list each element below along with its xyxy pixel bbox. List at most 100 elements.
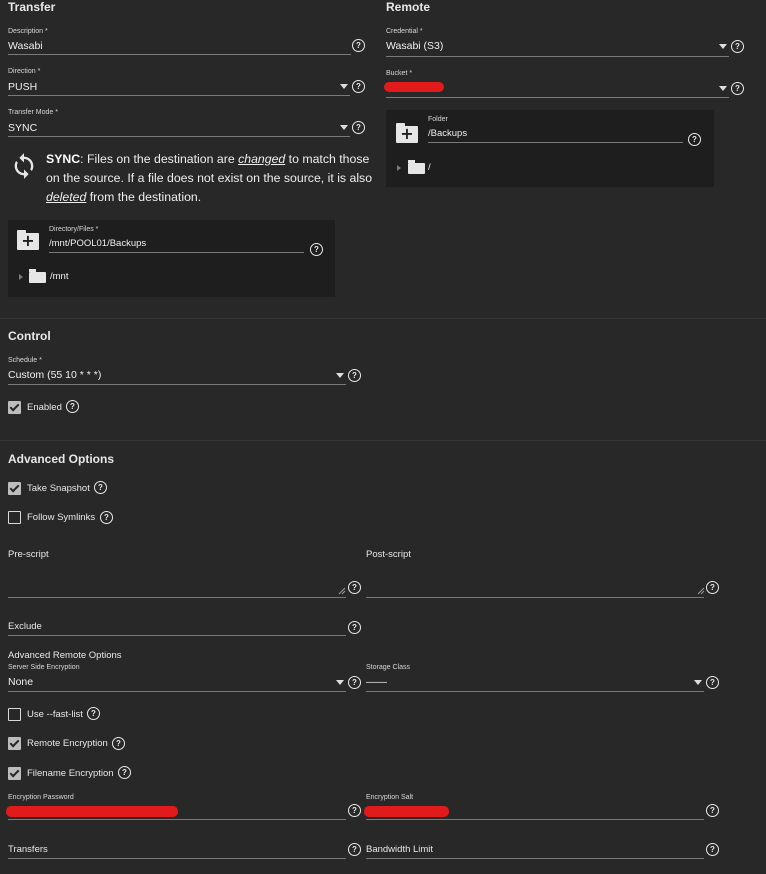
fast-list-label: Use --fast-list [27,709,83,720]
transfer-mode-help-icon[interactable]: ? [352,121,365,134]
follow-symlinks-help-icon[interactable]: ? [100,511,113,524]
exclude-help-icon[interactable]: ? [348,621,361,634]
transfer-section-title: Transfer [8,0,56,14]
sync-icon [14,153,34,179]
directory-files-underline [49,252,304,253]
transfer-mode-underline [8,136,350,137]
tree-expand-icon[interactable] [397,165,401,171]
credential-select[interactable]: Wasabi (S3) [386,40,443,52]
sse-underline [8,691,346,692]
fast-list-checkbox[interactable] [8,708,21,721]
take-snapshot-checkbox[interactable] [8,482,21,495]
pre-script-textarea[interactable] [8,597,346,598]
pre-script-resize-handle[interactable] [338,587,346,595]
encryption-password-label: Encryption Password [8,794,74,801]
schedule-underline [8,384,346,385]
credential-label: Credential * [386,28,423,35]
directory-files-input[interactable]: /mnt/POOL01/Backups [49,238,146,249]
folder-add-icon[interactable] [17,230,39,250]
exclude-input[interactable] [8,635,346,636]
folder-help-icon[interactable]: ? [688,133,701,146]
encryption-salt-input[interactable] [366,819,704,820]
schedule-help-icon[interactable]: ? [348,369,361,382]
direction-help-icon[interactable]: ? [352,80,365,93]
encryption-salt-redacted [364,806,449,817]
transfers-input[interactable] [8,858,346,859]
encryption-salt-help-icon[interactable]: ? [706,804,719,817]
control-section-title: Control [8,329,51,343]
folder-add-icon[interactable] [396,123,418,143]
enabled-checkbox[interactable] [8,401,21,414]
description-underline [8,54,351,55]
post-script-help-icon[interactable]: ? [706,581,719,594]
transfer-mode-chevron-down-icon[interactable] [340,125,348,130]
bucket-chevron-down-icon[interactable] [719,86,727,91]
schedule-chevron-down-icon[interactable] [336,373,344,378]
folder-icon [29,269,46,283]
sync-description: SYNC: Files on the destination are chang… [46,152,373,204]
post-script-resize-handle[interactable] [697,587,705,595]
advanced-remote-title: Advanced Remote Options [8,650,122,661]
description-input[interactable]: Wasabi [8,40,43,52]
take-snapshot-help-icon[interactable]: ? [94,481,107,494]
storage-class-label: Storage Class [366,664,410,671]
filename-encryption-label: Filename Encryption [27,768,114,779]
direction-chevron-down-icon[interactable] [340,84,348,89]
transfers-label: Transfers [8,844,48,855]
enabled-label: Enabled [27,402,62,413]
encryption-password-input[interactable] [8,819,346,820]
sync-deleted-word: deleted [46,190,87,204]
encryption-password-redacted [6,806,178,817]
credential-underline [386,56,729,57]
pre-script-help-icon[interactable]: ? [348,581,361,594]
folder-label: Folder [428,116,448,123]
transfer-mode-select[interactable]: SYNC [8,122,37,134]
remote-encryption-help-icon[interactable]: ? [112,737,125,750]
folder-tree-item[interactable]: / [428,162,431,173]
credential-chevron-down-icon[interactable] [719,44,727,49]
take-snapshot-label: Take Snapshot [27,483,90,494]
sse-help-icon[interactable]: ? [348,676,361,689]
sync-mode-name: SYNC [46,152,81,166]
bucket-underline [386,97,729,98]
storage-class-select[interactable]: —— [366,676,387,688]
follow-symlinks-checkbox[interactable] [8,511,21,524]
remote-section-title: Remote [386,0,431,14]
post-script-label: Post-script [366,549,411,560]
remote-encryption-checkbox[interactable] [8,737,21,750]
sse-label: Server Side Encryption [8,664,80,671]
encryption-salt-label: Encryption Salt [366,794,414,801]
folder-underline [428,142,683,143]
bucket-help-icon[interactable]: ? [731,82,744,95]
bandwidth-limit-input[interactable] [366,858,704,859]
credential-help-icon[interactable]: ? [731,40,744,53]
directory-tree-item[interactable]: /mnt [50,271,68,282]
sse-select[interactable]: None [8,676,33,688]
directory-files-panel: Directory/Files * /mnt/POOL01/Backups ? … [8,220,335,297]
section-divider [0,440,766,441]
folder-icon [408,160,425,174]
encryption-password-help-icon[interactable]: ? [348,804,361,817]
pre-script-label: Pre-script [8,549,49,560]
bandwidth-limit-help-icon[interactable]: ? [706,843,719,856]
bandwidth-limit-label: Bandwidth Limit [366,844,434,855]
sse-chevron-down-icon[interactable] [336,680,344,685]
fast-list-help-icon[interactable]: ? [87,707,100,720]
filename-encryption-help-icon[interactable]: ? [118,766,131,779]
direction-select[interactable]: PUSH [8,81,37,93]
bucket-label: Bucket * [386,70,413,77]
tree-expand-icon[interactable] [19,274,23,280]
follow-symlinks-label: Follow Symlinks [27,512,96,523]
direction-label: Direction * [8,68,41,75]
folder-input[interactable]: /Backups [428,128,467,139]
section-divider [0,318,766,319]
enabled-help-icon[interactable]: ? [66,400,79,413]
schedule-select[interactable]: Custom (55 10 * * *) [8,369,101,381]
post-script-textarea[interactable] [366,597,704,598]
storage-class-chevron-down-icon[interactable] [694,680,702,685]
directory-files-help-icon[interactable]: ? [310,243,323,256]
filename-encryption-checkbox[interactable] [8,767,21,780]
description-help-icon[interactable]: ? [352,39,365,52]
transfers-help-icon[interactable]: ? [348,843,361,856]
storage-class-help-icon[interactable]: ? [706,676,719,689]
